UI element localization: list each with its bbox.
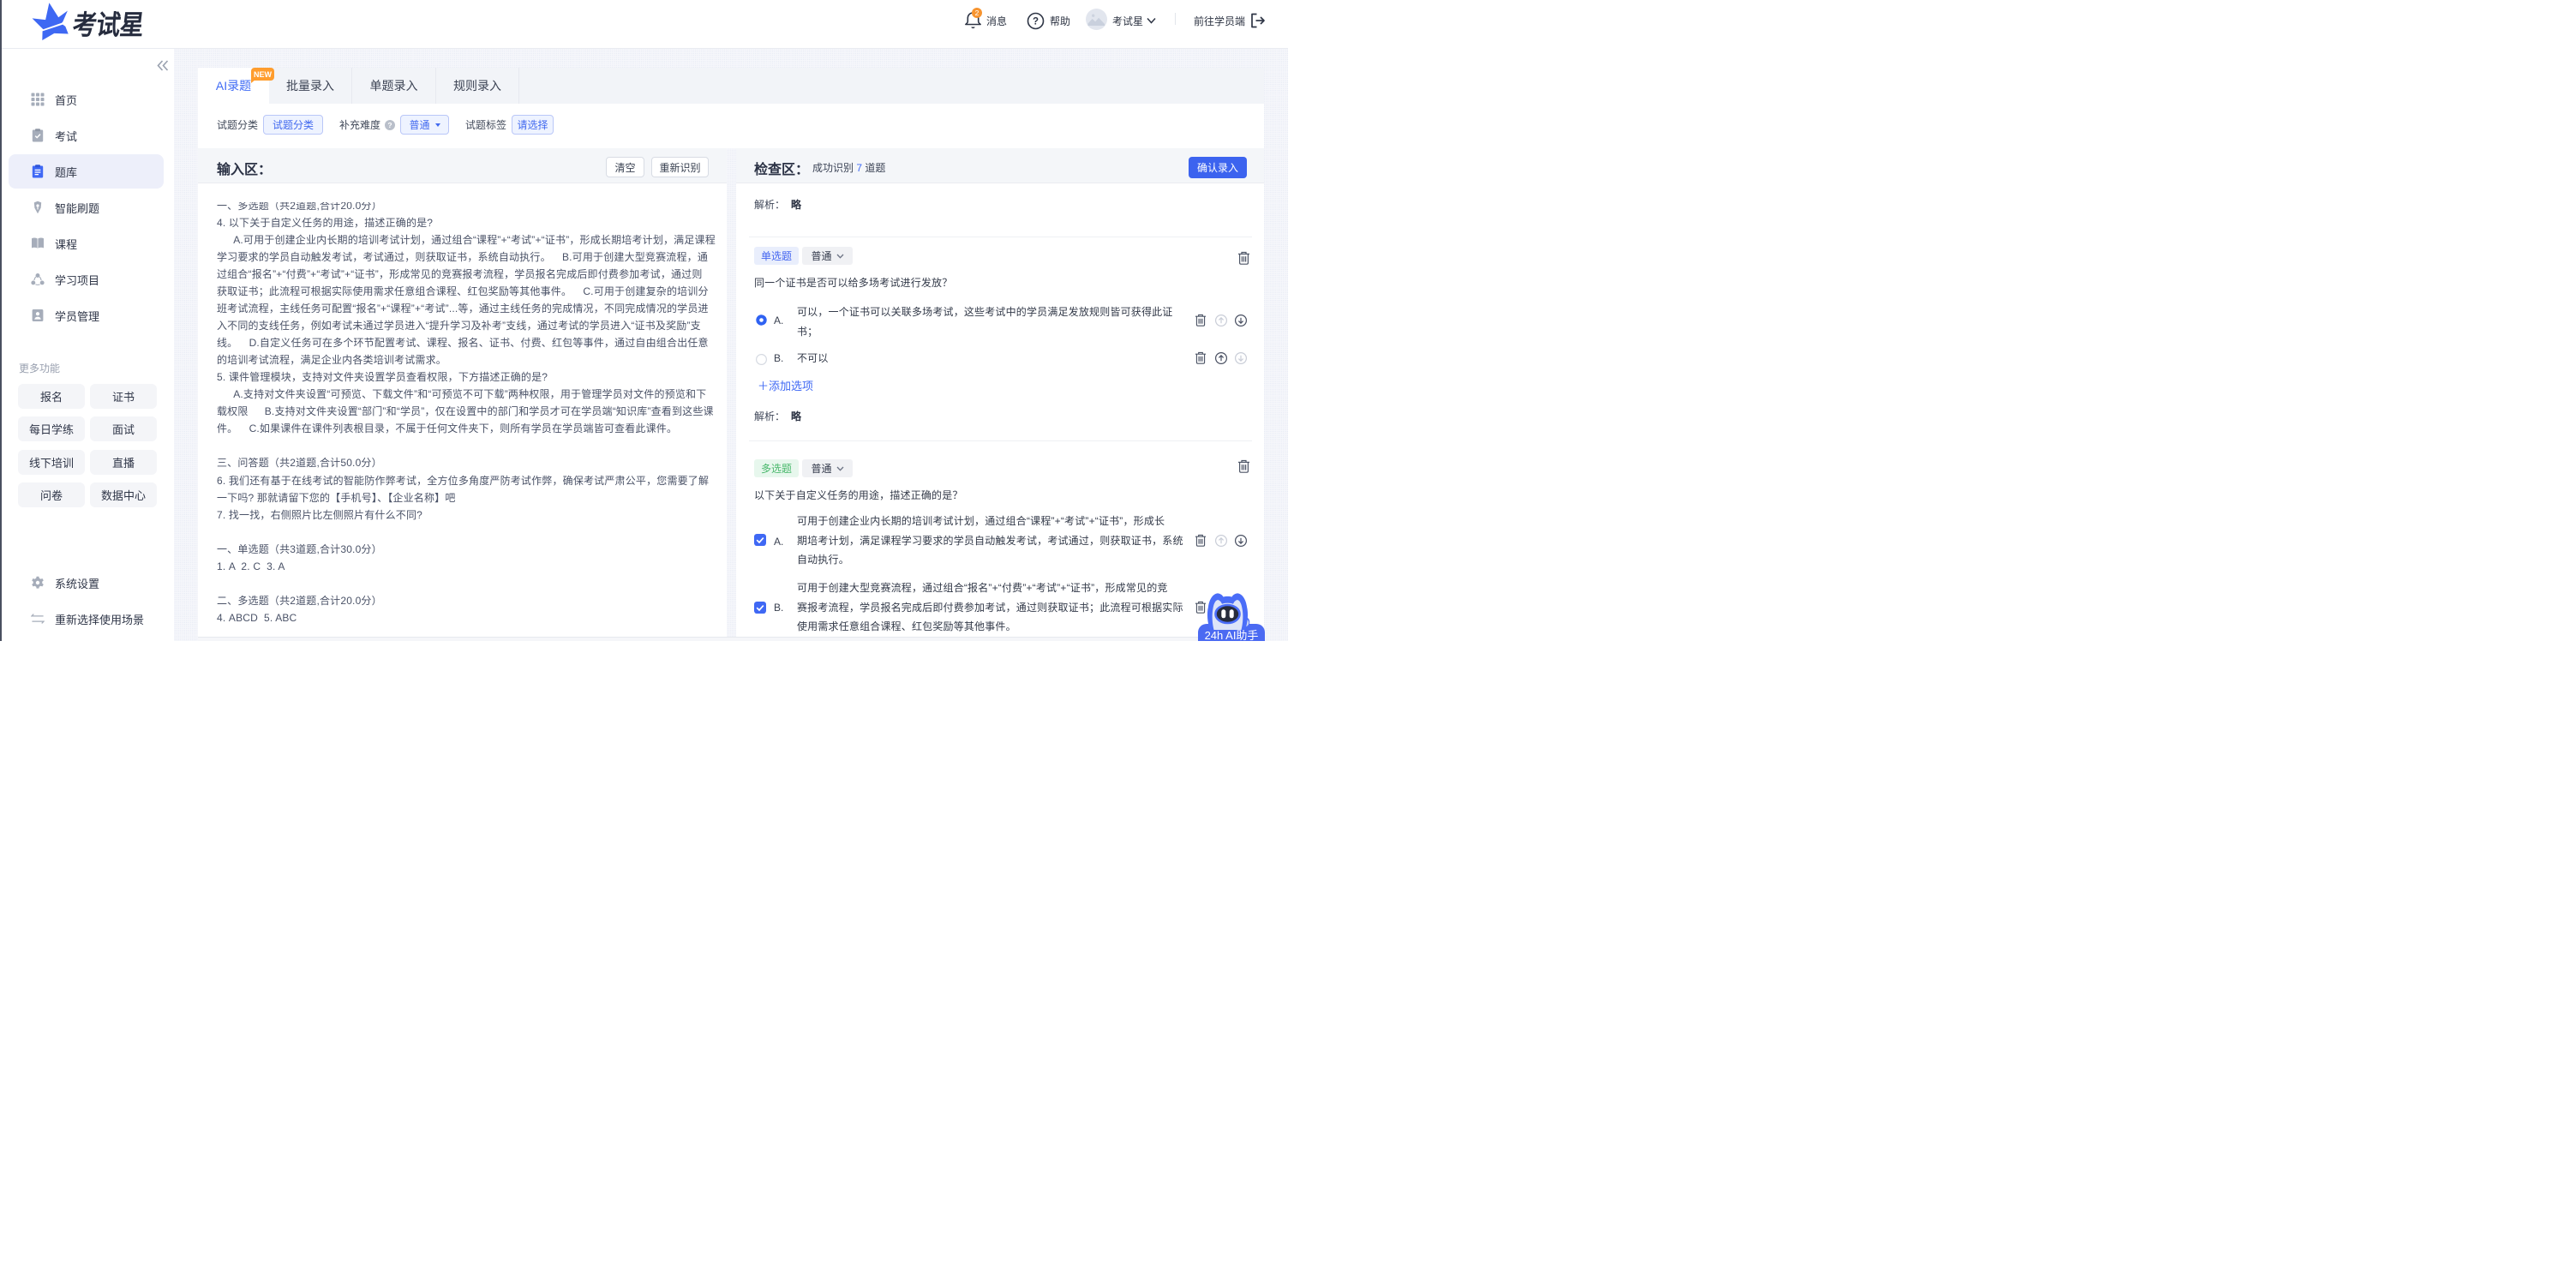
svg-text:?: ? [387,121,392,129]
svg-text:?: ? [1033,17,1039,27]
